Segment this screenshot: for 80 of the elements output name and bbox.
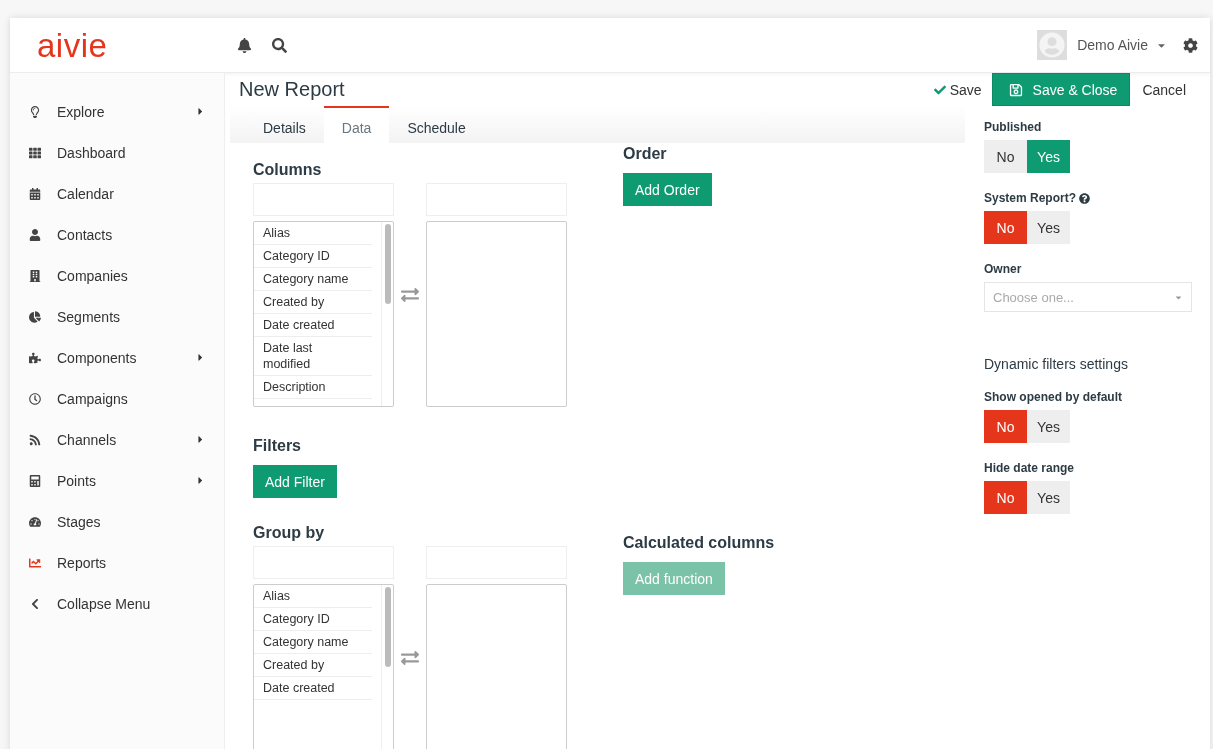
add-filter-button[interactable]: Add Filter	[253, 465, 337, 498]
field-label: Hide date range	[984, 461, 1076, 475]
list-option[interactable]: Alias	[254, 585, 372, 608]
sidebar-label: Contacts	[57, 226, 114, 243]
sidebar-item[interactable]: Campaigns	[10, 378, 224, 419]
list-option[interactable]: Category name	[254, 268, 372, 291]
scrollbar-thumb[interactable]	[384, 587, 391, 667]
sidebar-item[interactable]: Reports	[10, 542, 224, 583]
section-title: Dynamic filters settings	[984, 356, 1129, 372]
sidebar-label: Points	[57, 472, 97, 489]
tab[interactable]: Data	[323, 106, 390, 143]
bell-icon[interactable]	[237, 37, 252, 53]
sidebar-label: Dashboard	[57, 144, 127, 161]
available-list[interactable]: Alias Category ID Category name Created by Date created Date last modified Description	[253, 221, 394, 407]
sidebar-item[interactable]: Channels	[10, 419, 224, 460]
sidebar-label: Calendar	[57, 185, 115, 202]
section-title: Columns	[253, 160, 323, 180]
list-option[interactable]: Date created	[254, 677, 372, 700]
selected-list[interactable]	[426, 221, 567, 407]
toggle-option[interactable]: No	[984, 410, 1027, 443]
sidebar-label: Collapse Menu	[57, 595, 152, 612]
sidebar-item[interactable]: Dashboard	[10, 132, 224, 173]
help-icon[interactable]	[1079, 192, 1091, 204]
add-order-button[interactable]: Add Order	[623, 173, 712, 206]
toggle-option[interactable]: No	[984, 140, 1027, 173]
selected-list[interactable]	[426, 584, 567, 749]
section-title: Filters	[253, 436, 302, 456]
settings-icon[interactable]	[1183, 37, 1198, 53]
save-button[interactable]: Save	[923, 81, 992, 98]
sidebar-label: Segments	[57, 308, 122, 325]
list-option[interactable]: Date created	[254, 314, 372, 337]
scrollbar-thumb[interactable]	[384, 224, 391, 304]
logo[interactable]: aivie	[37, 28, 108, 62]
sidebar-label: Reports	[57, 554, 108, 571]
field-label: System Report?	[984, 191, 1077, 205]
sidebar-item[interactable]: Calendar	[10, 173, 224, 214]
cancel-button[interactable]: Cancel	[1130, 81, 1186, 98]
section-title: Calculated columns	[623, 533, 776, 553]
save-close-button[interactable]: Save & Close	[991, 73, 1131, 106]
sidebar-item[interactable]: Explore	[10, 91, 224, 132]
sidebar-label: Campaigns	[57, 390, 129, 407]
sidebar-label: Channels	[57, 431, 118, 448]
tab[interactable]: Details	[245, 106, 324, 143]
toggle-option[interactable]: No	[984, 211, 1027, 244]
sidebar-item[interactable]: Segments	[10, 296, 224, 337]
field-label: Show opened by default	[984, 390, 1123, 404]
field-label: Owner	[984, 262, 1023, 276]
list-option[interactable]: Category ID	[254, 608, 372, 631]
toggle-option[interactable]: No	[984, 481, 1027, 514]
toggle-option[interactable]: Yes	[1027, 481, 1070, 514]
list-option[interactable]: Description	[254, 376, 372, 399]
toggle-option[interactable]: Yes	[1027, 140, 1070, 173]
tab[interactable]: Schedule	[389, 106, 484, 143]
sidebar-item[interactable]: Companies	[10, 255, 224, 296]
sidebar-label: Stages	[57, 513, 102, 530]
sidebar-label: Companies	[57, 267, 129, 284]
sidebar-item[interactable]: Components	[10, 337, 224, 378]
toggle-option[interactable]: Yes	[1027, 211, 1070, 244]
sidebar-item[interactable]: Collapse Menu	[10, 583, 224, 624]
sidebar-item[interactable]: Points	[10, 460, 224, 501]
field-label: Published	[984, 120, 1043, 134]
check-icon	[933, 83, 946, 96]
sidebar-item[interactable]: Contacts	[10, 214, 224, 255]
avatar-icon[interactable]	[1037, 30, 1068, 60]
sidebar-label: Components	[57, 349, 138, 366]
toggle-option[interactable]: Yes	[1027, 410, 1070, 443]
sidebar-label: Explore	[57, 103, 106, 120]
section-title: Order	[623, 144, 668, 164]
section-title: Group by	[253, 523, 326, 543]
list-option[interactable]: Category name	[254, 631, 372, 654]
list-option[interactable]: Alias	[254, 222, 372, 245]
user-name[interactable]: Demo Aivie	[1077, 37, 1148, 53]
available-list[interactable]: Alias Category ID Category name Created by Date created	[253, 584, 394, 749]
search-icon[interactable]	[272, 37, 287, 53]
list-option[interactable]: Created by	[254, 291, 372, 314]
sidebar-item[interactable]: Stages	[10, 501, 224, 542]
list-option[interactable]: Date last modified	[254, 337, 372, 376]
page-title: New Report	[239, 78, 346, 101]
list-option[interactable]: Created by	[254, 654, 372, 677]
list-option[interactable]: Category ID	[254, 245, 372, 268]
